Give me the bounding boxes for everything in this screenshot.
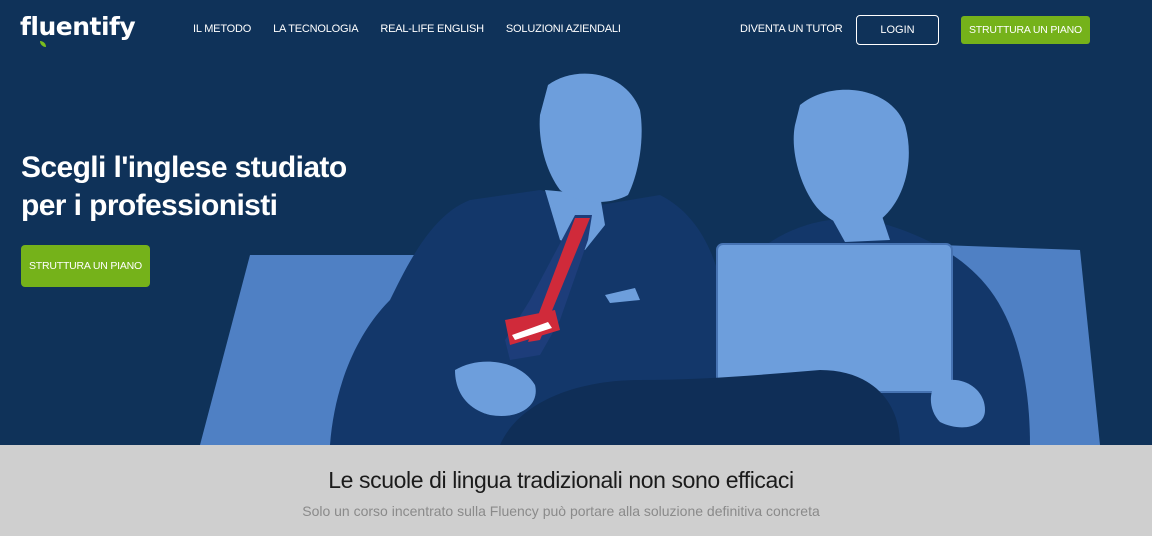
nav-link-real-life-english[interactable]: REAL-LIFE ENGLISH (380, 23, 484, 35)
nav-link-soluzioni-aziendali[interactable]: SOLUZIONI AZIENDALI (506, 23, 621, 35)
info-band: Le scuole di lingua tradizionali non son… (0, 445, 1152, 536)
hero-section: fluentify IL METODO LA TECNOLOGIA REAL-L… (0, 0, 1152, 445)
hero-title-line1: Scegli l'inglese studiato (21, 151, 347, 184)
fluentify-logo[interactable]: fluentify (20, 7, 140, 47)
laptop (716, 243, 953, 393)
right-man-head (793, 89, 909, 228)
hero-title: Scegli l'inglese studiato per i professi… (21, 149, 401, 225)
nav-link-la-tecnologia[interactable]: LA TECNOLOGIA (273, 23, 358, 35)
section-subtitle: Solo un corso incentrato sulla Fluency p… (302, 503, 820, 519)
struttura-piano-nav-button[interactable]: STRUTTURA UN PIANO (961, 16, 1090, 44)
section-title: Le scuole di lingua tradizionali non son… (328, 467, 794, 493)
top-navbar: fluentify IL METODO LA TECNOLOGIA REAL-L… (0, 0, 1152, 60)
login-button[interactable]: LOGIN (856, 15, 939, 45)
struttura-piano-hero-button[interactable]: STRUTTURA UN PIANO (21, 245, 150, 287)
nav-link-diventa-tutor[interactable]: DIVENTA UN TUTOR (740, 23, 843, 35)
nav-link-il-metodo[interactable]: IL METODO (193, 23, 251, 35)
logo-wordmark: fluentify (20, 12, 136, 41)
hero-title-line2: per i professionisti (21, 189, 278, 222)
left-man-head (539, 73, 642, 202)
main-nav: IL METODO LA TECNOLOGIA REAL-LIFE ENGLIS… (193, 23, 643, 35)
